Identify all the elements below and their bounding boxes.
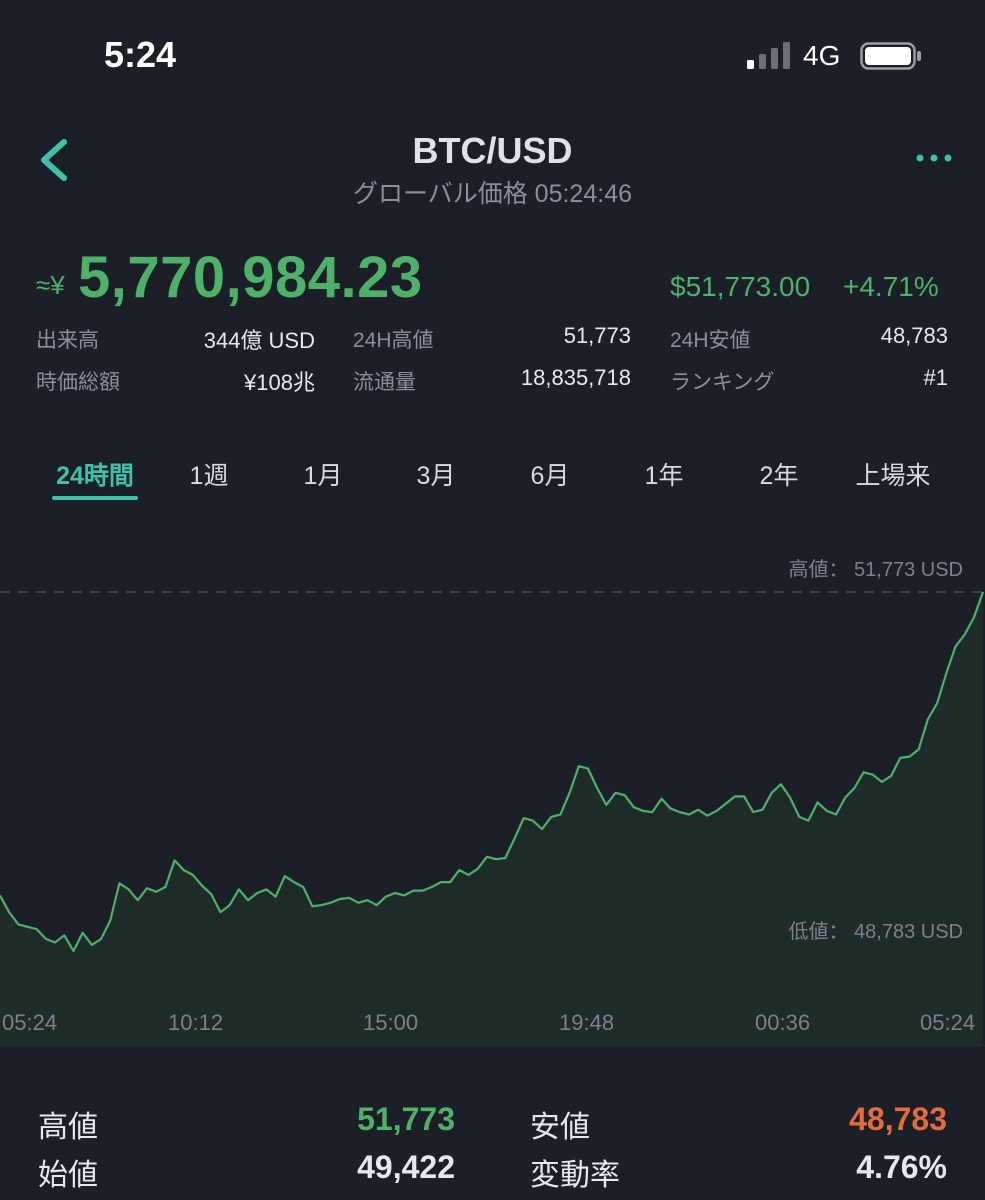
tab-all-time[interactable]: 上場来 bbox=[843, 456, 943, 492]
summary-volatility-value: 4.76% bbox=[856, 1149, 947, 1185]
tab-3m[interactable]: 3月 bbox=[386, 456, 486, 492]
approx-yen-prefix: ≈¥ bbox=[36, 270, 65, 300]
summary-high-label: 高値 bbox=[38, 1111, 98, 1144]
more-options-icon[interactable] bbox=[914, 146, 954, 170]
supply-value: 18,835,718 bbox=[520, 365, 631, 390]
high24-label: 24H高値 bbox=[353, 329, 434, 352]
high24-value: 51,773 bbox=[563, 323, 631, 348]
tab-24h[interactable]: 24時間 bbox=[45, 456, 145, 492]
x-tick-label: 00:36 bbox=[755, 1010, 811, 1035]
x-tick-label: 05:24 bbox=[2, 1010, 58, 1035]
market-cap-label: 時価総額 bbox=[36, 371, 120, 394]
supply-label: 流通量 bbox=[353, 371, 416, 394]
market-cap-value: ¥108兆 bbox=[244, 370, 315, 395]
tab-1y[interactable]: 1年 bbox=[614, 456, 714, 492]
section-divider bbox=[0, 1045, 985, 1046]
chart-low-label: 低値： 48,783 USD bbox=[788, 921, 963, 943]
volume-label: 出来高 bbox=[36, 329, 99, 352]
x-tick-label: 10:12 bbox=[168, 1010, 224, 1035]
summary-volatility-label: 変動率 bbox=[530, 1159, 620, 1192]
summary-high-value: 51,773 bbox=[357, 1101, 455, 1137]
ranking-value: #1 bbox=[923, 365, 948, 390]
summary-low-label: 安値 bbox=[530, 1111, 590, 1144]
usd-price: $51,773.00 bbox=[670, 271, 811, 302]
low24-value: 48,783 bbox=[880, 323, 948, 348]
price-change-percent: +4.71% bbox=[843, 271, 939, 302]
signal-icon bbox=[747, 42, 790, 69]
tab-6m[interactable]: 6月 bbox=[500, 456, 600, 492]
tab-1w[interactable]: 1週 bbox=[159, 456, 259, 492]
tab-2y[interactable]: 2年 bbox=[729, 456, 829, 492]
summary-low-value: 48,783 bbox=[849, 1101, 947, 1137]
network-type: 4G bbox=[803, 40, 841, 71]
tab-1m[interactable]: 1月 bbox=[273, 456, 373, 492]
x-tick-label: 05:24 bbox=[920, 1010, 976, 1035]
jpy-price: 5,770,984.23 bbox=[78, 245, 423, 310]
page-title: BTC/USD bbox=[412, 130, 573, 171]
summary-open-value: 49,422 bbox=[357, 1149, 455, 1185]
battery-icon bbox=[860, 42, 921, 70]
low24-label: 24H安値 bbox=[670, 329, 751, 352]
x-tick-label: 19:48 bbox=[559, 1010, 615, 1035]
status-time: 5:24 bbox=[104, 34, 177, 75]
chart-high-label: 高値： 51,773 USD bbox=[788, 559, 963, 581]
x-tick-label: 15:00 bbox=[363, 1010, 419, 1035]
price-source-timestamp: グローバル価格 05:24:46 bbox=[352, 180, 632, 208]
summary-open-label: 始値 bbox=[38, 1159, 98, 1192]
price-area bbox=[0, 592, 983, 1045]
active-tab-indicator bbox=[52, 496, 138, 500]
ranking-label: ランキング bbox=[670, 371, 775, 394]
volume-value: 344億 USD bbox=[203, 328, 315, 353]
price-chart[interactable] bbox=[0, 540, 985, 1045]
